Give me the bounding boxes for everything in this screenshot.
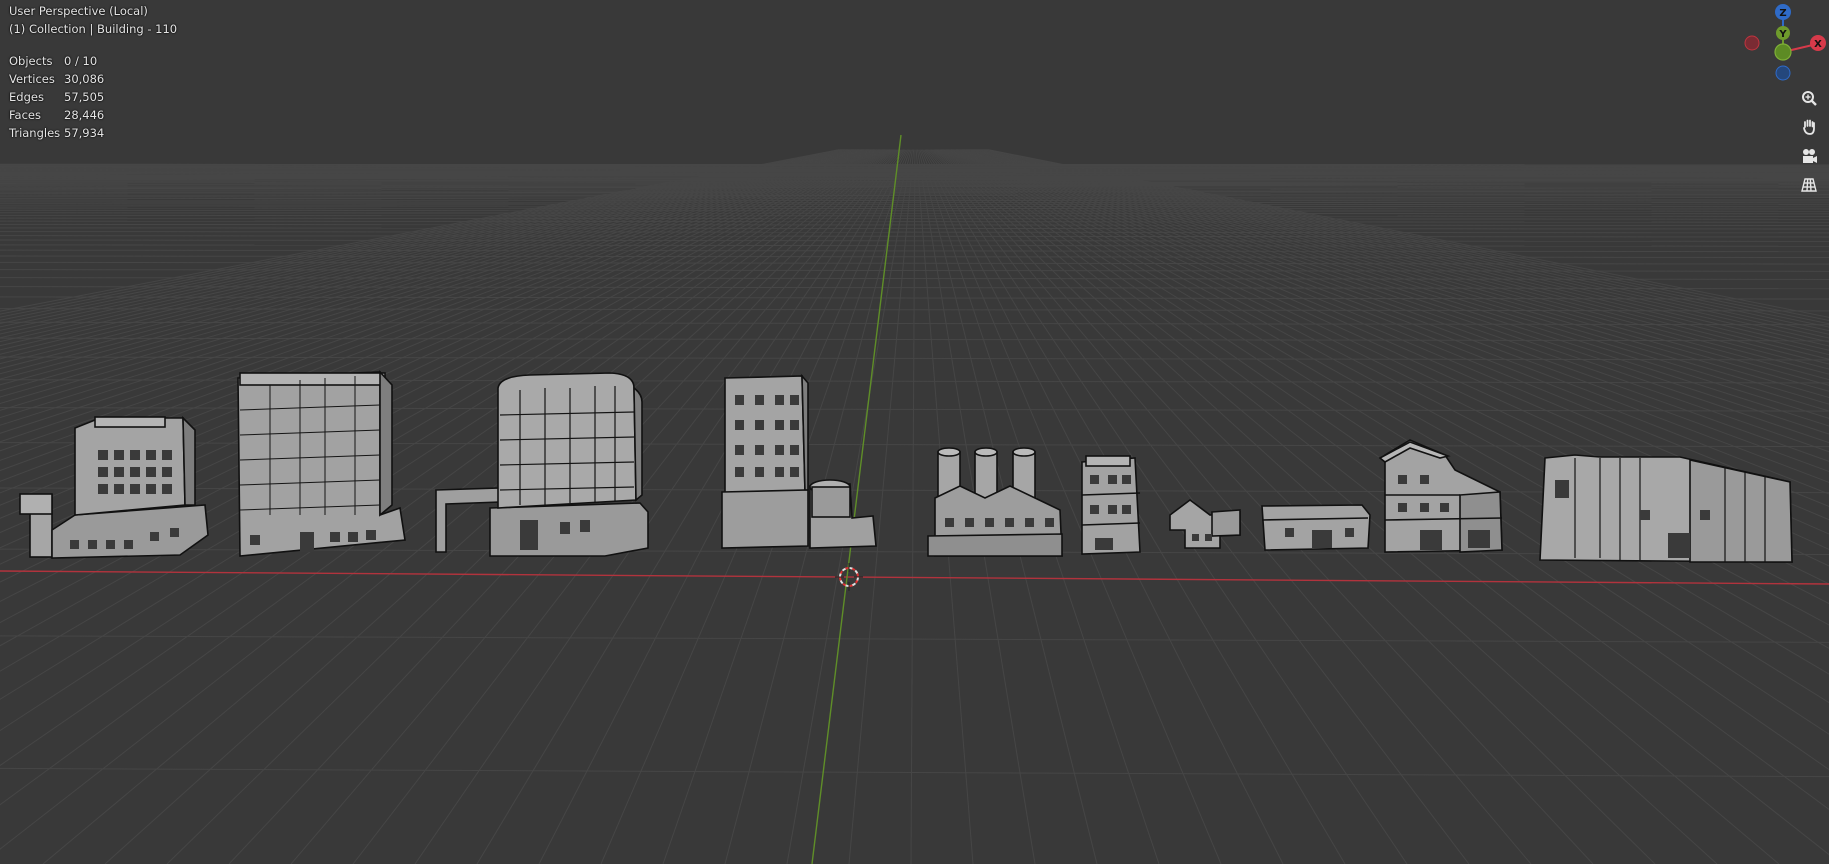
camera-icon (1803, 149, 1817, 163)
gizmo-z-label: Z (1779, 8, 1786, 19)
x-axis-line (0, 570, 1829, 585)
ortho-toggle-button[interactable] (1796, 172, 1822, 198)
stat-triangles: Triangles 57,934 (9, 126, 105, 140)
stat-objects: Objects 0 / 10 (9, 54, 98, 68)
pan-hand-icon (1803, 119, 1815, 135)
gizmo-y-axis-button[interactable]: Y (1776, 26, 1790, 40)
building-3[interactable] (435, 372, 649, 557)
gizmo-x-label: X (1814, 39, 1822, 50)
building-2[interactable] (237, 369, 406, 557)
building-5[interactable] (927, 447, 1063, 557)
stat-faces: Faces 28,446 (9, 108, 105, 122)
pan-button[interactable] (1796, 114, 1822, 140)
view-mode-label: User Perspective (Local) (9, 4, 148, 18)
building-8[interactable] (1261, 504, 1371, 551)
gizmo-neg-x-button[interactable] (1744, 35, 1760, 51)
scene-statistics: Objects 0 / 10 Vertices 30,086 Edges 57,505… (9, 52, 177, 142)
zoom-button[interactable] (1796, 85, 1822, 111)
viewport-overlay-info: User Perspective (Local) (1) Collection … (9, 2, 177, 142)
collection-context-label: (1) Collection | Building - 110 (9, 22, 178, 36)
gizmo-neg-z-button[interactable] (1775, 65, 1791, 81)
stat-vertices: Vertices 30,086 (9, 72, 105, 86)
ortho-grid-icon (1801, 178, 1817, 192)
building-10[interactable] (1539, 454, 1793, 563)
gizmo-neg-y-button[interactable] (1774, 43, 1792, 61)
building-6[interactable] (1081, 455, 1141, 555)
3d-viewport[interactable] (0, 0, 1829, 864)
camera-view-button[interactable] (1796, 143, 1822, 169)
building-9[interactable] (1378, 439, 1503, 553)
building-1[interactable] (19, 416, 209, 559)
gizmo-x-axis-button[interactable]: X (1810, 35, 1826, 51)
gizmo-z-axis-button[interactable]: Z (1775, 4, 1791, 20)
stat-edges: Edges 57,505 (9, 90, 105, 104)
zoom-icon (1802, 91, 1817, 106)
gizmo-y-label: Y (1778, 29, 1787, 40)
building-4[interactable] (721, 373, 877, 549)
building-models (19, 369, 1793, 563)
